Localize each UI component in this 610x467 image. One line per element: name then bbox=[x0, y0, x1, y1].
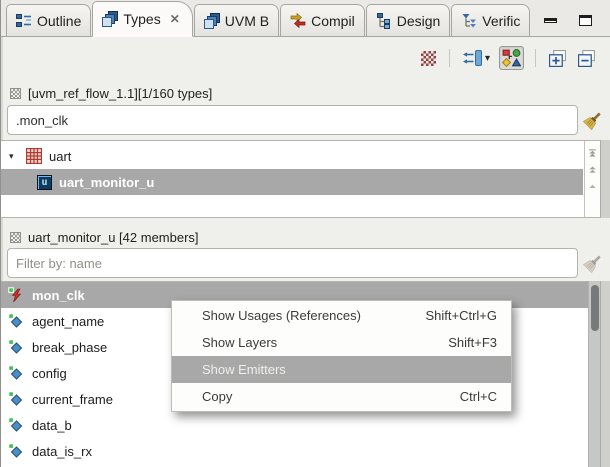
signal-icon bbox=[8, 287, 24, 303]
scroll-to-top-icon[interactable] bbox=[587, 149, 598, 157]
types-view-panel: Outline Types ✕ UVM B Compil Design Veri… bbox=[0, 0, 610, 467]
right-gutter bbox=[600, 140, 610, 218]
right-gutter bbox=[600, 281, 610, 467]
field-icon bbox=[8, 391, 24, 407]
type-search-row bbox=[7, 105, 578, 135]
menu-item-label: Copy bbox=[202, 389, 233, 404]
module-icon-letter: u bbox=[41, 176, 48, 188]
tab-label: Verific bbox=[482, 12, 521, 29]
field-icon bbox=[8, 417, 24, 433]
tab-label: Design bbox=[396, 12, 441, 29]
tree-item-uart[interactable]: ▾ uart bbox=[1, 143, 600, 169]
menu-item-show-usages[interactable]: Show Usages (References) Shift+Ctrl+G bbox=[172, 302, 511, 329]
member-filter-input[interactable] bbox=[7, 248, 578, 278]
view-tab-bar: Outline Types ✕ UVM B Compil Design Veri… bbox=[1, 0, 610, 37]
tree-item-label: uart_monitor_u bbox=[59, 174, 155, 190]
menu-item-shortcut: Shift+Ctrl+G bbox=[425, 308, 497, 323]
menu-item-label: Show Emitters bbox=[202, 362, 286, 377]
types-tree: ▾ uart u uart_monitor_u bbox=[1, 140, 600, 218]
tab-label: Types bbox=[123, 11, 161, 27]
scroll-up-icon[interactable] bbox=[587, 183, 598, 191]
module-instance-icon: u bbox=[37, 174, 52, 190]
menu-item-label: Show Usages (References) bbox=[202, 308, 361, 323]
expand-all-icon bbox=[549, 50, 567, 67]
types-scope-header: [uvm_ref_flow_1.1][1/160 types] bbox=[10, 84, 212, 102]
grid-icon bbox=[10, 87, 21, 99]
types-icon bbox=[102, 11, 118, 27]
tab-verification-hierarchy[interactable]: Verific bbox=[451, 4, 531, 36]
tab-label: Compil bbox=[311, 12, 355, 29]
member-label: break_phase bbox=[32, 339, 108, 355]
expand-all-button[interactable] bbox=[547, 48, 569, 69]
menu-item-show-layers[interactable]: Show Layers Shift+F3 bbox=[172, 329, 511, 356]
compile-order-icon bbox=[290, 13, 306, 29]
members-header: uart_monitor_u [42 members] bbox=[10, 228, 199, 246]
verification-hierarchy-icon bbox=[461, 13, 477, 29]
view-toolbar: ▾ bbox=[1, 38, 610, 78]
type-search-input[interactable] bbox=[7, 105, 578, 135]
collapse-all-button[interactable] bbox=[576, 48, 598, 69]
member-label: agent_name bbox=[32, 313, 105, 329]
maximize-button[interactable] bbox=[579, 15, 592, 26]
uvm-browser-icon bbox=[204, 13, 220, 29]
close-icon[interactable]: ✕ bbox=[170, 12, 180, 26]
member-label: data_is_rx bbox=[32, 443, 92, 459]
page-up-icon[interactable] bbox=[587, 166, 598, 174]
member-label: data_b bbox=[32, 417, 72, 433]
menu-item-label: Show Layers bbox=[202, 335, 278, 350]
dropdown-arrow-icon[interactable]: ▾ bbox=[485, 53, 490, 64]
show-kinds-icon bbox=[502, 49, 521, 67]
sort-options-button[interactable]: ▾ bbox=[461, 48, 492, 68]
tab-compile-order[interactable]: Compil bbox=[280, 4, 365, 36]
tab-types[interactable]: Types ✕ bbox=[92, 1, 193, 37]
checker-filter-button[interactable] bbox=[419, 49, 438, 68]
checker-filter-icon bbox=[420, 50, 436, 66]
member-row-data-b[interactable]: data_b bbox=[1, 412, 600, 438]
member-label: current_frame bbox=[32, 391, 113, 407]
collapse-all-icon bbox=[578, 50, 596, 67]
twisty-expanded-icon[interactable]: ▾ bbox=[9, 151, 19, 162]
tree-item-label: uart bbox=[49, 148, 72, 164]
field-icon bbox=[8, 443, 24, 459]
types-scope-label: [uvm_ref_flow_1.1][1/160 types] bbox=[28, 85, 213, 101]
menu-item-copy[interactable]: Copy Ctrl+C bbox=[172, 383, 511, 410]
tab-uvm-browser[interactable]: UVM B bbox=[193, 4, 280, 36]
tree-scroll-buttons bbox=[584, 141, 600, 217]
menu-item-show-emitters[interactable]: Show Emitters bbox=[172, 356, 511, 383]
sort-options-icon bbox=[463, 50, 483, 66]
menu-item-shortcut: Ctrl+C bbox=[459, 389, 497, 404]
field-icon bbox=[8, 339, 24, 355]
grid-icon bbox=[10, 231, 21, 243]
show-kinds-toggle-button[interactable] bbox=[499, 46, 524, 70]
member-label: mon_clk bbox=[32, 287, 85, 303]
member-row-data-is-rx[interactable]: data_is_rx bbox=[1, 438, 600, 464]
clear-filter-broom-icon bbox=[583, 253, 603, 273]
tree-item-uart-monitor-u[interactable]: u uart_monitor_u bbox=[1, 169, 583, 195]
tab-label: Outline bbox=[37, 12, 82, 29]
outline-icon bbox=[16, 13, 32, 29]
clear-search-broom-icon[interactable] bbox=[583, 110, 603, 130]
member-label: config bbox=[32, 365, 67, 381]
tab-label: UVM B bbox=[224, 12, 270, 29]
tab-outline[interactable]: Outline bbox=[6, 4, 92, 36]
minimize-button[interactable] bbox=[544, 18, 557, 23]
field-icon bbox=[8, 313, 24, 329]
scrollbar-thumb[interactable] bbox=[590, 285, 599, 331]
window-controls bbox=[544, 15, 610, 36]
members-scrollbar[interactable] bbox=[588, 281, 600, 467]
design-unit-icon bbox=[26, 148, 42, 164]
members-header-label: uart_monitor_u [42 members] bbox=[28, 229, 199, 245]
context-menu: Show Usages (References) Shift+Ctrl+G Sh… bbox=[171, 300, 512, 412]
field-icon bbox=[8, 365, 24, 381]
member-filter-row bbox=[7, 248, 578, 278]
design-hierarchy-icon bbox=[376, 13, 392, 29]
tab-design-hierarchy[interactable]: Design bbox=[365, 4, 451, 36]
menu-item-shortcut: Shift+F3 bbox=[448, 335, 497, 350]
toolbar-separator bbox=[535, 49, 536, 67]
toolbar-separator bbox=[448, 49, 450, 67]
